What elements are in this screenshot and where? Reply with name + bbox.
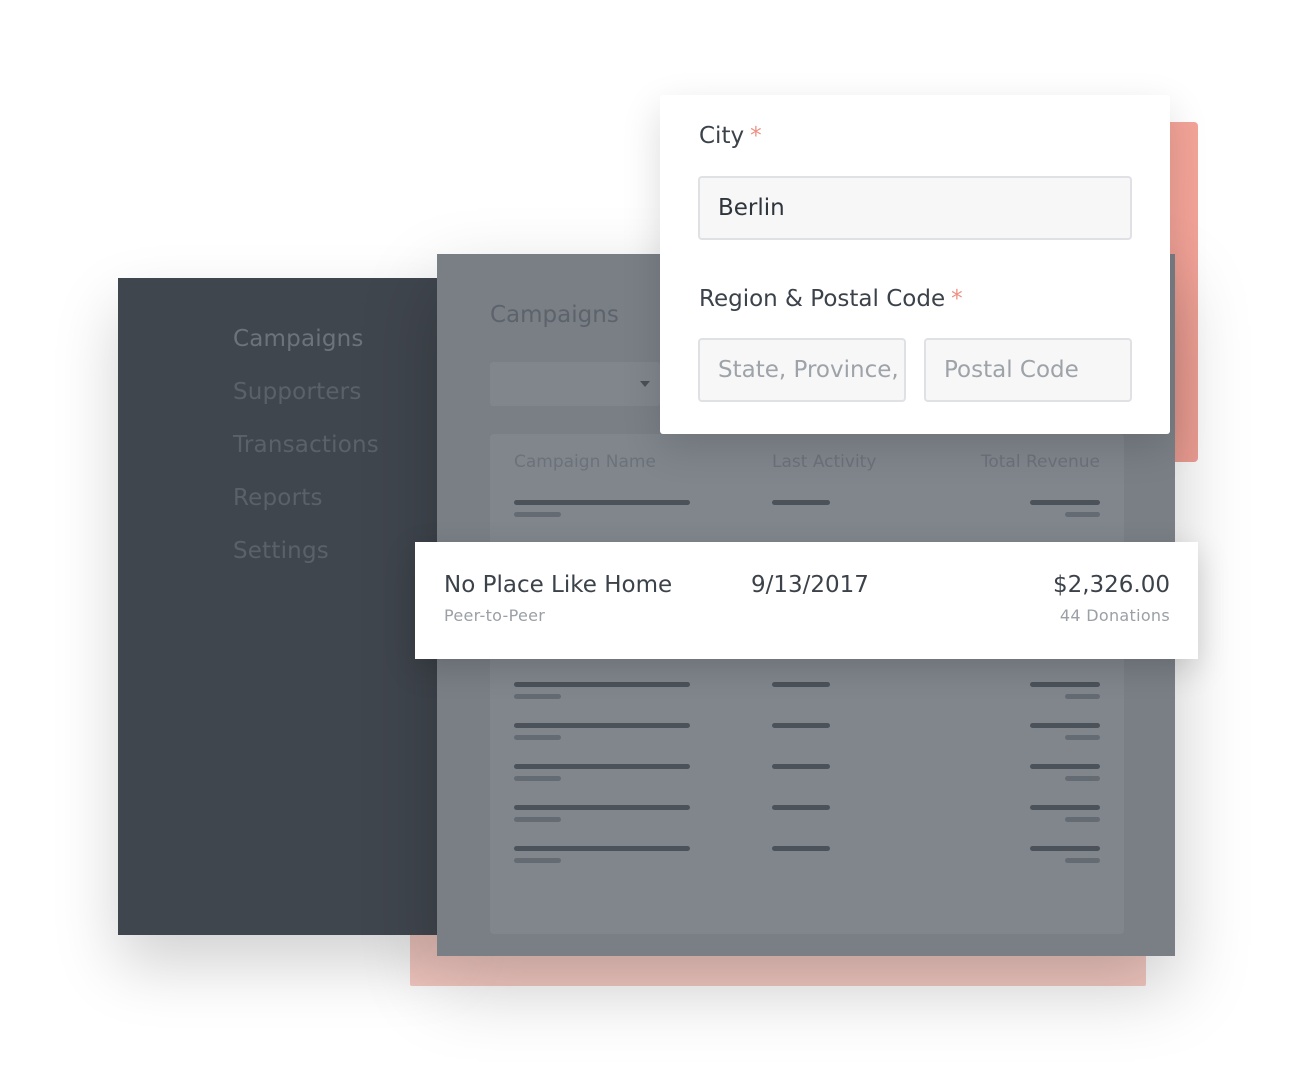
highlighted-campaign-row[interactable]: No Place Like Home Peer-to-Peer 9/13/201… (415, 542, 1198, 659)
column-header-total-revenue[interactable]: Total Revenue (981, 452, 1100, 472)
campaign-last-activity: 9/13/2017 (751, 572, 869, 598)
table-row[interactable] (490, 764, 1124, 784)
sidebar: Campaigns Supporters Transactions Report… (118, 278, 448, 935)
campaign-donation-count: 44 Donations (1059, 606, 1170, 625)
sidebar-item-transactions[interactable]: Transactions (233, 432, 379, 458)
table-row[interactable] (490, 723, 1124, 743)
campaign-type: Peer-to-Peer (444, 606, 546, 625)
address-form-card: City * Berlin Region & Postal Code * State… (660, 95, 1170, 434)
column-header-campaign-name[interactable]: Campaign Name (514, 452, 656, 472)
table-row[interactable] (490, 805, 1124, 825)
region-postal-label: Region & Postal Code * (699, 286, 963, 312)
sidebar-item-campaigns[interactable]: Campaigns (233, 326, 364, 352)
sidebar-item-supporters[interactable]: Supporters (233, 379, 362, 405)
city-input[interactable]: Berlin (698, 176, 1132, 240)
column-header-last-activity[interactable]: Last Activity (772, 452, 876, 472)
required-marker: * (951, 286, 963, 312)
page-title: Campaigns (490, 302, 619, 328)
sidebar-item-settings[interactable]: Settings (233, 538, 329, 564)
sidebar-item-reports[interactable]: Reports (233, 485, 323, 511)
city-label-text: City (699, 123, 745, 149)
table-row[interactable] (490, 682, 1124, 702)
city-label: City * (699, 123, 762, 149)
postal-code-input[interactable]: Postal Code (924, 338, 1132, 402)
table-row[interactable] (490, 846, 1124, 866)
region-postal-label-text: Region & Postal Code (699, 286, 946, 312)
filter-dropdown[interactable] (490, 362, 660, 406)
campaigns-table: Campaign Name Last Activity Total Revenu… (490, 434, 1124, 934)
required-marker: * (750, 123, 762, 149)
campaign-name: No Place Like Home (444, 572, 673, 598)
campaign-total-revenue: $2,326.00 (1052, 572, 1170, 598)
table-row[interactable] (490, 500, 1124, 520)
state-province-input[interactable]: State, Province, (698, 338, 906, 402)
chevron-down-icon (640, 381, 650, 387)
